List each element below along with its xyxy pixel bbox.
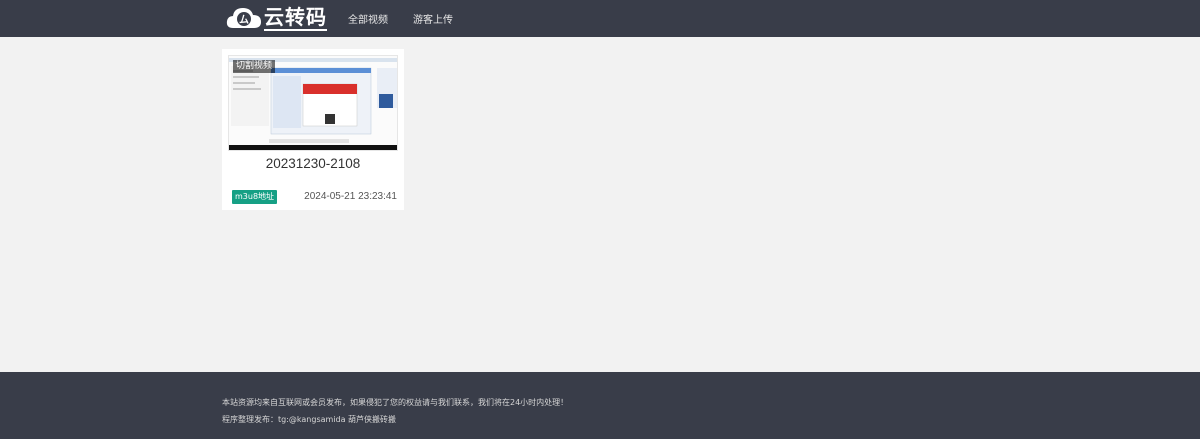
video-card[interactable]: 切割视频 20231230-2108 m3u8地址 2024-05-21 23:… (222, 49, 404, 210)
main-nav: 全部视频 游客上传 (348, 0, 478, 37)
video-thumbnail[interactable]: 切割视频 (228, 55, 398, 151)
thumbnail-badge: 切割视频 (233, 60, 276, 73)
nav-all-videos[interactable]: 全部视频 (348, 11, 388, 26)
footer: 本站资源均来自互联网或会员发布，如果侵犯了您的权益请与我们联系，我们将在24小时… (0, 372, 1200, 439)
footer-disclaimer: 本站资源均来自互联网或会员发布，如果侵犯了您的权益请与我们联系，我们将在24小时… (222, 398, 569, 407)
footer-credits: 程序整理发布：tg:@kangsamida 葫芦侠搬砖搬 (222, 415, 397, 424)
top-navbar: ム 云转码 全部视频 游客上传 (0, 0, 1200, 37)
m3u8-address-tag[interactable]: m3u8地址 (232, 190, 278, 204)
site-logo[interactable]: ム 云转码 (225, 4, 327, 32)
logo-text: 云转码 (264, 5, 327, 31)
video-date: 2024-05-21 23:23:41 (304, 191, 397, 202)
cloud-logo-icon: ム (225, 4, 263, 32)
svg-text:ム: ム (239, 14, 249, 26)
video-title[interactable]: 20231230-2108 (222, 156, 404, 171)
thumbnail-bottom-bar (229, 145, 397, 150)
nav-guest-upload[interactable]: 游客上传 (413, 11, 453, 26)
